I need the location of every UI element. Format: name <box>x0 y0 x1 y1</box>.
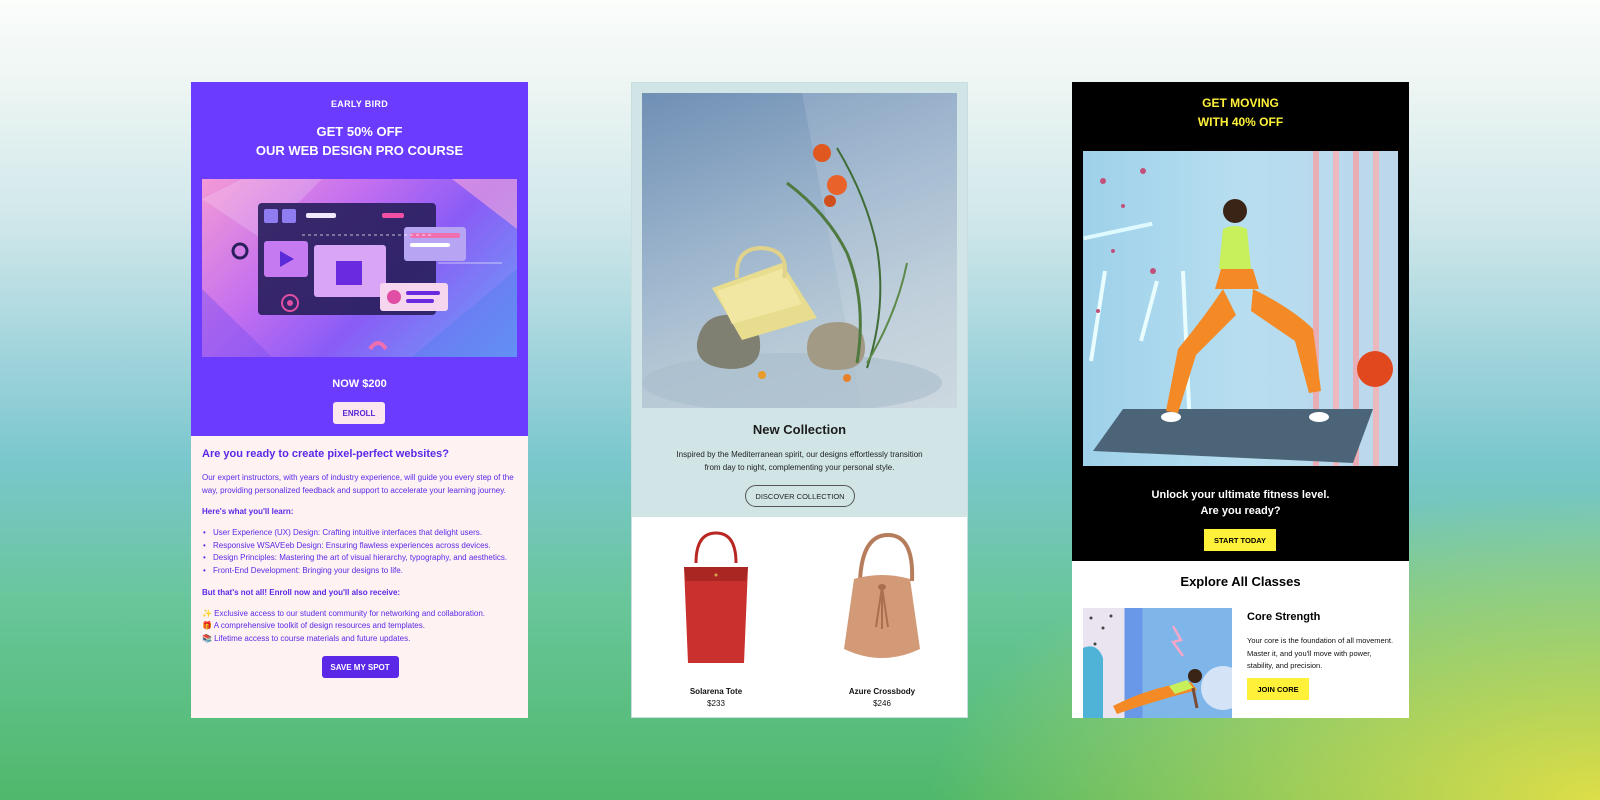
fitness-subtitle-line1: Unlock your ultimate fitness level. <box>1151 489 1330 501</box>
red-tote-bag-image <box>666 531 766 667</box>
course-title-line1: GET 50% OFF <box>316 124 403 139</box>
discover-collection-button[interactable]: DISCOVER COLLECTION <box>745 485 855 507</box>
save-my-spot-button[interactable]: SAVE MY SPOT <box>321 656 399 679</box>
class-title: Core Strength <box>1247 611 1321 623</box>
product-card-solarena-tote[interactable]: Solarena Tote $233 <box>656 531 776 708</box>
learn-list: User Experience (UX) Design: Crafting in… <box>202 527 518 577</box>
bonus-item: 🎁 A comprehensive toolkit of design reso… <box>202 621 425 631</box>
product-card-azure-crossbody[interactable]: Azure Crossbody $246 <box>822 531 942 708</box>
course-email-card: EARLY BIRD GET 50% OFF OUR WEB DESIGN PR… <box>191 82 528 718</box>
list-item: Front-End Development: Bringing your des… <box>202 565 518 578</box>
bonus-item: ✨ Exclusive access to our student commun… <box>202 608 485 618</box>
class-description: Your core is the foundation of all movem… <box>1247 636 1394 670</box>
collection-title: New Collection <box>752 422 847 437</box>
collection-hero: New Collection Inspired by the Mediterra… <box>632 83 967 517</box>
core-strength-photo <box>1083 608 1232 718</box>
collection-email-card: New Collection Inspired by the Mediterra… <box>631 82 968 718</box>
list-item: Responsive WSAVEeb Design: Ensuring flaw… <box>202 540 518 553</box>
fitness-hero: GET MOVING WITH 40% OFF Unlock your ulti… <box>1072 82 1409 561</box>
lunge-workout-photo <box>1083 151 1398 466</box>
collection-description: Inspired by the Mediterranean spirit, ou… <box>676 450 923 472</box>
course-price: NOW $200 <box>332 378 387 390</box>
course-question: Are you ready to create pixel-perfect we… <box>202 448 449 460</box>
bonus-list: ✨ Exclusive access to our student commun… <box>202 608 518 646</box>
course-intro: Our expert instructors, with years of in… <box>202 473 514 495</box>
fitness-title-line2: WITH 40% OFF <box>1197 115 1284 129</box>
fitness-subtitle: Unlock your ultimate fitness level. Are … <box>1072 487 1409 519</box>
fitness-email-card: GET MOVING WITH 40% OFF Unlock your ulti… <box>1072 82 1409 718</box>
product-price: $233 <box>707 699 725 708</box>
class-card-core-strength: Core Strength Your core is the foundatio… <box>1072 589 1409 718</box>
bonus-item: 📚 Lifetime access to course materials an… <box>202 633 411 643</box>
tan-bucket-bag-image <box>832 531 932 667</box>
join-core-button[interactable]: JOIN CORE <box>1247 678 1309 700</box>
fitness-title: GET MOVING WITH 40% OFF <box>1072 94 1409 132</box>
course-title-line2: OUR WEB DESIGN PRO COURSE <box>255 143 464 158</box>
start-today-button[interactable]: START TODAY <box>1204 529 1276 551</box>
product-name: Solarena Tote <box>689 687 743 696</box>
course-hero: EARLY BIRD GET 50% OFF OUR WEB DESIGN PR… <box>191 82 528 436</box>
learn-heading: Here's what you'll learn: <box>202 507 294 517</box>
fitness-title-line1: GET MOVING <box>1202 96 1279 110</box>
list-item: Design Principles: Mastering the art of … <box>202 552 518 565</box>
handbag-still-life-photo <box>642 93 957 408</box>
product-name: Azure Crossbody <box>848 687 916 696</box>
course-title: GET 50% OFF OUR WEB DESIGN PRO COURSE <box>191 122 528 160</box>
fitness-subtitle-line2: Are you ready? <box>1200 505 1281 517</box>
enroll-button[interactable]: ENROLL <box>333 402 385 424</box>
course-body: Are you ready to create pixel-perfect we… <box>191 436 528 679</box>
list-item: User Experience (UX) Design: Crafting in… <box>202 527 518 540</box>
explore-classes-heading: Explore All Classes <box>1180 574 1301 589</box>
bonus-heading: But that's not all! Enroll now and you'l… <box>202 587 401 597</box>
product-grid: Solarena Tote $233 Azure Crossbody $246 <box>632 517 967 717</box>
course-eyebrow: EARLY BIRD <box>330 99 388 109</box>
web-design-illustration <box>202 179 517 357</box>
product-price: $246 <box>873 699 891 708</box>
